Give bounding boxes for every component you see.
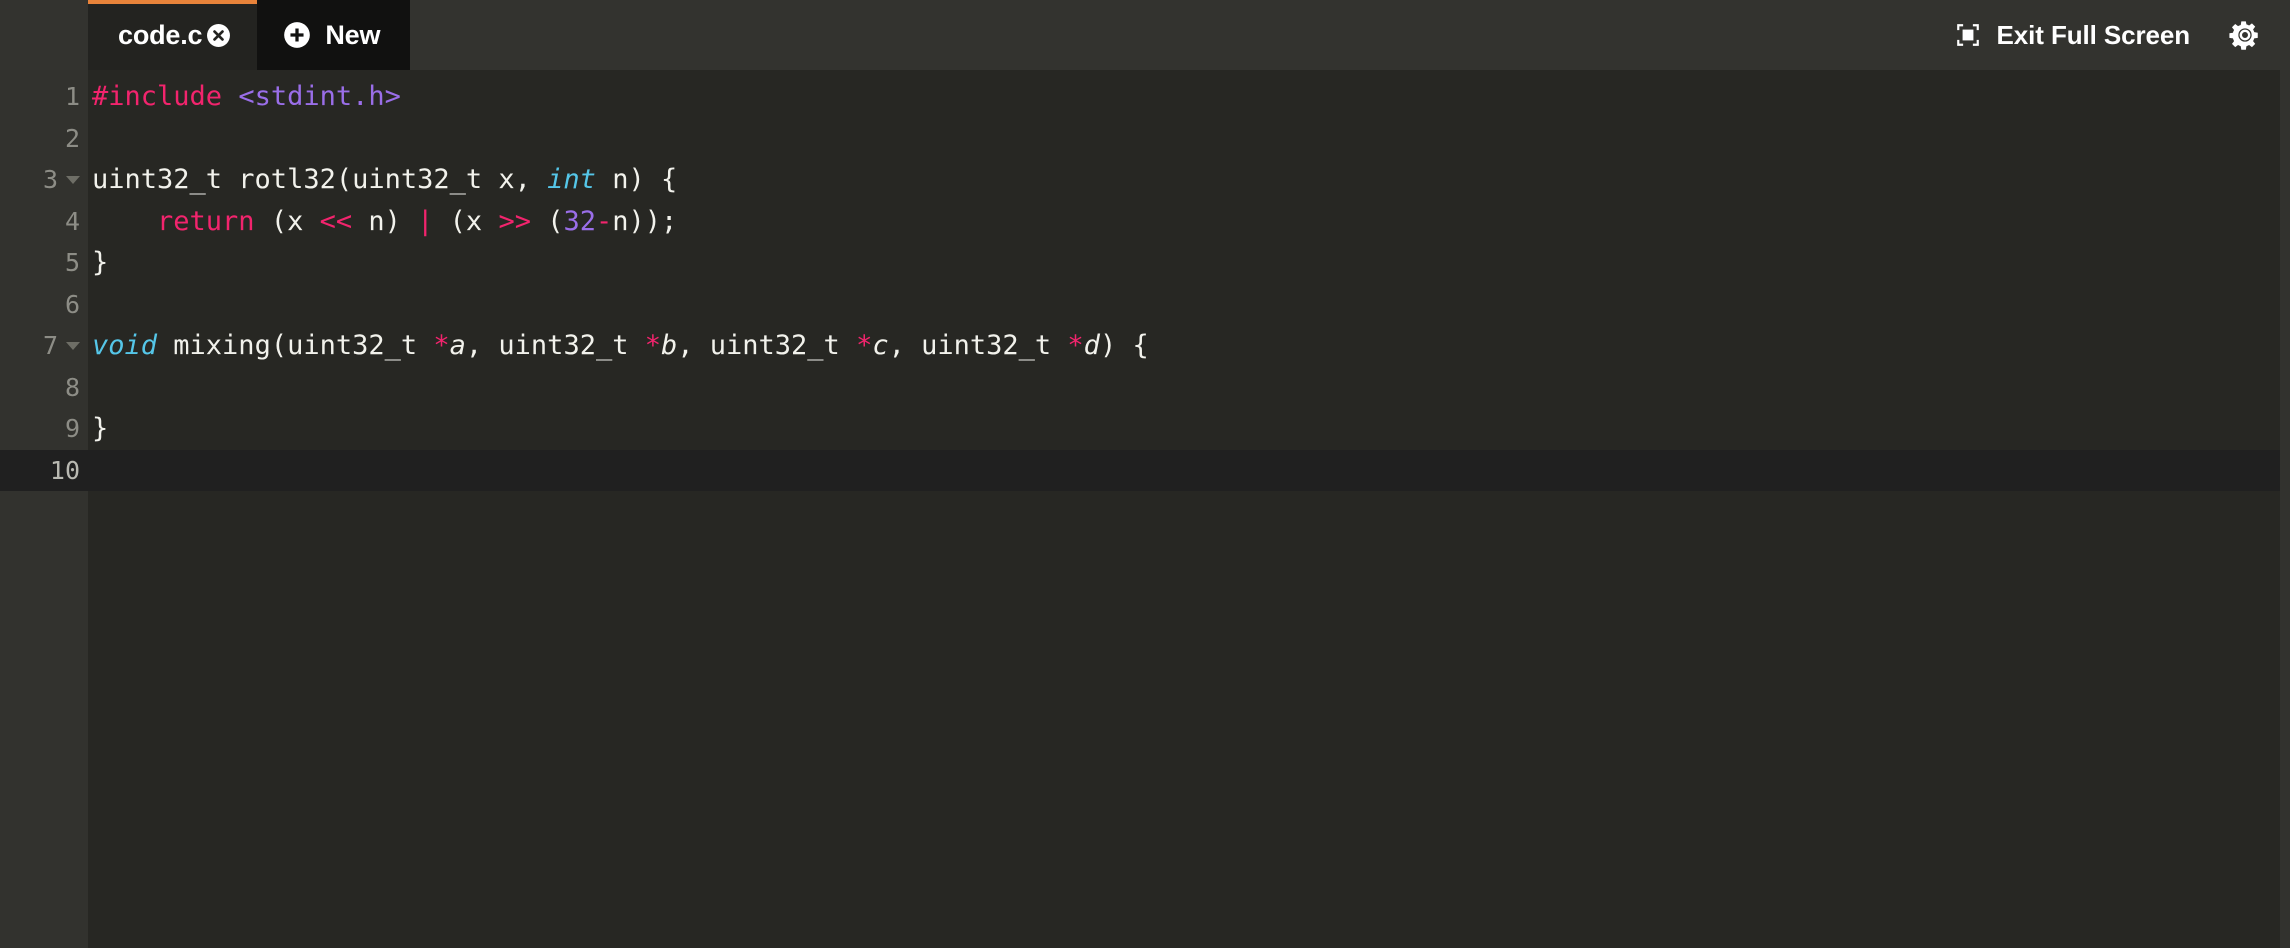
token-plain: , uint32_t <box>677 330 857 362</box>
fold-toggle-icon[interactable] <box>66 175 80 184</box>
gutter-line-7[interactable]: 7 <box>0 325 88 367</box>
code-line-2[interactable] <box>88 118 2290 160</box>
gutter-line-4[interactable]: 4 <box>0 201 88 243</box>
line-number: 4 <box>64 206 80 236</box>
code-editor[interactable]: 1 2 3 4 5 6 7 8 9 10 #include <stdint.h> uint32_t… <box>0 70 2290 948</box>
gutter-line-5[interactable]: 5 <box>0 242 88 284</box>
gutter-line-3[interactable]: 3 <box>0 159 88 201</box>
line-number: 2 <box>64 123 80 153</box>
line-number: 6 <box>64 289 80 319</box>
code-line-8[interactable] <box>88 367 2290 409</box>
settings-button[interactable] <box>2218 8 2272 62</box>
token-num: 32 <box>563 205 596 237</box>
token-plain: } <box>92 413 109 445</box>
token-plain: uint32_t rotl32(uint32_t x, <box>92 164 548 196</box>
close-circle-icon[interactable] <box>206 23 231 48</box>
token-op: - <box>596 205 613 237</box>
token-type: void <box>92 330 158 362</box>
token-pre: #include <box>92 81 223 113</box>
exit-full-screen-label: Exit Full Screen <box>1996 20 2191 50</box>
gutter-line-6[interactable]: 6 <box>0 284 88 326</box>
token-plain: } <box>92 247 109 279</box>
token-plain: (x <box>433 205 499 237</box>
topbar-controls: Exit Full Screen <box>1945 0 2290 70</box>
gutter-line-8[interactable]: 8 <box>0 367 88 409</box>
line-number: 10 <box>49 455 80 485</box>
code-line-3[interactable]: uint32_t rotl32(uint32_t x, int n) { <box>88 159 2290 201</box>
line-number: 8 <box>64 372 80 402</box>
code-line-1[interactable]: #include <stdint.h> <box>88 76 2290 118</box>
gutter-line-10[interactable]: 10 <box>0 449 88 491</box>
token-op: >> <box>498 205 531 237</box>
gutter-line-9[interactable]: 9 <box>0 408 88 450</box>
gear-icon <box>2229 21 2258 50</box>
fullscreen-exit-icon <box>1956 24 1979 46</box>
line-number: 5 <box>64 248 80 278</box>
tab-bar: code.c New <box>88 0 411 70</box>
token-plain: mixing(uint32_t <box>157 330 434 362</box>
code-line-6[interactable] <box>88 284 2290 326</box>
code-line-5[interactable]: } <box>88 242 2290 284</box>
code-content-area[interactable]: #include <stdint.h> uint32_t rotl32(uint… <box>88 70 2290 948</box>
line-number: 1 <box>64 82 80 112</box>
tab-new-label: New <box>325 19 381 50</box>
code-line-7[interactable]: void mixing(uint32_t * a, uint32_t * b, ui… <box>88 325 2290 367</box>
token-plain: n)); <box>612 205 678 237</box>
token-type: int <box>547 164 596 196</box>
code-editor-window: code.c New Exit Full Screen 1 2 3 4 5 6 … <box>0 0 2290 948</box>
tab-new[interactable]: New <box>257 0 411 70</box>
gutter-line-2[interactable]: 2 <box>0 118 88 160</box>
token-op: * <box>433 330 450 362</box>
token-plain: n) <box>352 205 418 237</box>
code-line-10[interactable] <box>88 449 2290 491</box>
token-op: | <box>417 205 434 237</box>
editor-topbar: code.c New Exit Full Screen <box>0 0 2290 70</box>
token-param: a <box>449 330 466 362</box>
code-line-9[interactable]: } <box>88 408 2290 450</box>
vertical-scrollbar[interactable] <box>2280 70 2290 948</box>
token-str: <stdint.h> <box>238 81 401 113</box>
token-param: d <box>1083 330 1100 362</box>
token-op: * <box>644 330 661 362</box>
token-kw: return <box>157 205 255 237</box>
token-param: b <box>660 330 678 362</box>
code-line-4[interactable]: return (x << n) | (x >> (32- n)); <box>88 201 2290 243</box>
token-plain: n) { <box>595 164 678 196</box>
tab-label: code.c <box>118 19 203 50</box>
gutter-line-1[interactable]: 1 <box>0 76 88 118</box>
token-param: c <box>872 330 889 362</box>
token-plain: ( <box>530 205 564 237</box>
token-plain: ) { <box>1099 330 1149 362</box>
token-plain: (x <box>254 205 320 237</box>
plus-circle-icon <box>284 22 311 48</box>
tab-code-c[interactable]: code.c <box>88 0 258 70</box>
token-plain: , uint32_t <box>888 330 1068 362</box>
token-op: * <box>1067 330 1084 362</box>
exit-full-screen-button[interactable]: Exit Full Screen <box>1945 16 2200 54</box>
fold-toggle-icon[interactable] <box>66 341 80 350</box>
token-plain: , uint32_t <box>465 330 645 362</box>
line-number: 9 <box>64 414 80 444</box>
token-op: * <box>856 330 873 362</box>
token-op: << <box>319 205 353 237</box>
line-number-gutter: 1 2 3 4 5 6 7 8 9 10 <box>0 70 88 948</box>
